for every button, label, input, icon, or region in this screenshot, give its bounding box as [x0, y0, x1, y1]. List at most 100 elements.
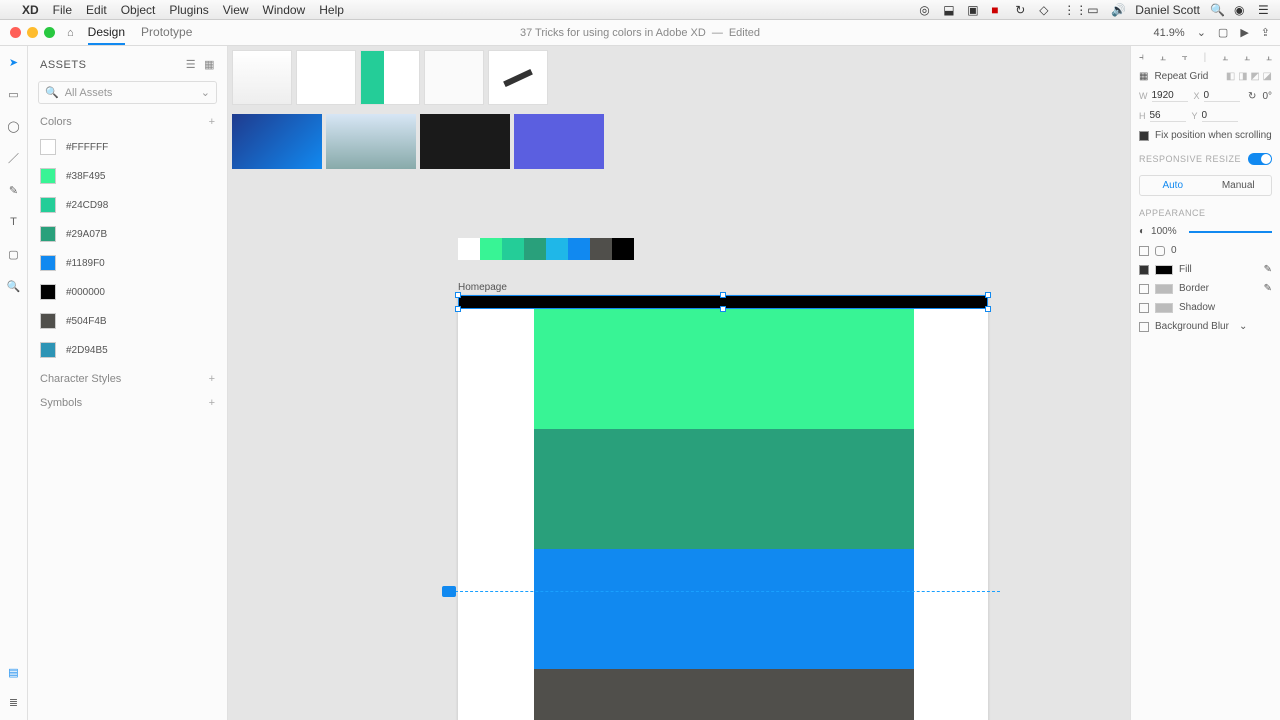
rectangle-tool[interactable]: ▭	[6, 86, 22, 102]
chevron-down-icon[interactable]: ⌄	[201, 86, 210, 99]
assets-icon[interactable]: ▤	[6, 664, 22, 680]
repeat-grid-row[interactable]: ▦ Repeat Grid ◧ ◨ ◩ ◪	[1139, 71, 1272, 82]
blur-checkbox[interactable]	[1139, 322, 1149, 332]
palette-chip[interactable]	[590, 238, 612, 260]
palette-chip[interactable]	[502, 238, 524, 260]
palette-chip[interactable]	[458, 238, 480, 260]
zoom-level[interactable]: 41.9%	[1153, 27, 1184, 39]
layers-icon[interactable]: ≣	[6, 694, 22, 710]
notif-icon[interactable]: ☰	[1258, 3, 1272, 17]
tab-design[interactable]: Design	[88, 21, 125, 45]
chevron-down-icon[interactable]: ⌄	[1197, 26, 1206, 39]
color-asset-item[interactable]: #38F495	[34, 162, 221, 190]
add-charstyle-icon[interactable]: +	[209, 373, 215, 385]
ellipse-tool[interactable]: ◯	[6, 118, 22, 134]
char-styles-section[interactable]: Character Styles	[40, 373, 121, 385]
manual-option[interactable]: Manual	[1206, 176, 1272, 195]
artboard-homepage[interactable]	[458, 295, 988, 720]
auto-option[interactable]: Auto	[1140, 176, 1206, 195]
user-name[interactable]: Daniel Scott	[1135, 3, 1200, 17]
color-asset-item[interactable]: #29A07B	[34, 220, 221, 248]
artboard-thumb[interactable]	[232, 50, 292, 105]
color-stripe[interactable]	[534, 429, 914, 549]
color-stripe[interactable]	[534, 549, 914, 669]
align-left-icon[interactable]: ⫞	[1139, 52, 1144, 63]
control-center-icon[interactable]: ◉	[1234, 3, 1248, 17]
y-input[interactable]	[1202, 110, 1238, 122]
tab-prototype[interactable]: Prototype	[141, 21, 192, 45]
chevron-down-icon[interactable]: ⌄	[1239, 321, 1247, 332]
corner-radius-value[interactable]: 0	[1171, 245, 1177, 256]
corner-radius-icon[interactable]	[1155, 246, 1165, 256]
line-tool[interactable]: ／	[6, 150, 22, 166]
color-asset-item[interactable]: #24CD98	[34, 191, 221, 219]
artboard-thumb[interactable]	[420, 114, 510, 169]
height-input[interactable]	[1150, 110, 1186, 122]
blend-checkbox[interactable]	[1139, 246, 1149, 256]
rotate-icon[interactable]: ↻	[1248, 91, 1256, 102]
add-symbol-icon[interactable]: +	[209, 397, 215, 409]
artboard-thumb[interactable]	[514, 114, 604, 169]
responsive-toggle[interactable]	[1248, 153, 1272, 165]
eyedropper-icon[interactable]: ✎	[1264, 283, 1272, 294]
artboard-thumb[interactable]	[296, 50, 356, 105]
palette-chip[interactable]	[546, 238, 568, 260]
align-center-icon[interactable]: ⫠	[1160, 52, 1166, 63]
menu-file[interactable]: File	[53, 3, 72, 17]
text-tool[interactable]: T	[6, 214, 22, 230]
menu-plugins[interactable]: Plugins	[169, 3, 208, 17]
shadow-checkbox[interactable]	[1139, 303, 1149, 313]
align-right-icon[interactable]: ⫟	[1182, 52, 1188, 63]
color-asset-item[interactable]: #1189F0	[34, 249, 221, 277]
fill-checkbox[interactable]	[1139, 265, 1149, 275]
width-input[interactable]	[1152, 90, 1188, 102]
fill-swatch[interactable]	[1155, 265, 1173, 275]
artboard-thumb[interactable]	[424, 50, 484, 105]
assets-search[interactable]: 🔍 All Assets ⌄	[38, 81, 217, 104]
color-stripe[interactable]	[534, 669, 914, 720]
menu-view[interactable]: View	[223, 3, 249, 17]
artboard-thumb[interactable]	[360, 50, 420, 105]
shadow-swatch[interactable]	[1155, 303, 1173, 313]
palette-chip[interactable]	[612, 238, 634, 260]
grid-view-icon[interactable]: ▦	[204, 58, 215, 71]
border-checkbox[interactable]	[1139, 284, 1149, 294]
window-controls[interactable]	[10, 27, 55, 38]
palette-chip[interactable]	[480, 238, 502, 260]
palette-chip[interactable]	[568, 238, 590, 260]
list-view-icon[interactable]: ☰	[186, 58, 196, 71]
align-top-icon[interactable]: ⫠	[1222, 52, 1228, 63]
select-tool[interactable]: ➤	[6, 54, 22, 70]
align-bottom-icon[interactable]: ⫠	[1266, 52, 1272, 63]
color-stripe[interactable]	[534, 309, 914, 429]
color-asset-item[interactable]: #2D94B5	[34, 336, 221, 364]
selected-rectangle[interactable]	[458, 295, 988, 309]
pen-tool[interactable]: ✎	[6, 182, 22, 198]
zoom-tool[interactable]: 🔍	[6, 278, 22, 294]
play-icon[interactable]: ▶	[1240, 26, 1248, 39]
resize-mode-segment[interactable]: AutoManual	[1139, 175, 1272, 196]
align-middle-icon[interactable]: ⫠	[1244, 52, 1250, 63]
menu-object[interactable]: Object	[121, 3, 156, 17]
artboard-thumb[interactable]	[488, 50, 548, 105]
home-icon[interactable]: ⌂	[67, 27, 74, 39]
menu-edit[interactable]: Edit	[86, 3, 107, 17]
repeat-grid-handle[interactable]	[442, 586, 456, 597]
colors-section[interactable]: Colors	[40, 116, 72, 128]
share-icon[interactable]: ⇪	[1261, 26, 1270, 39]
rotation-value[interactable]: 0°	[1262, 91, 1272, 102]
canvas[interactable]: Homepage	[228, 46, 1130, 720]
menu-help[interactable]: Help	[319, 3, 344, 17]
color-asset-item[interactable]: #FFFFFF	[34, 133, 221, 161]
app-name[interactable]: XD	[22, 3, 39, 17]
fix-position-checkbox[interactable]	[1139, 131, 1149, 141]
palette-chip[interactable]	[524, 238, 546, 260]
opacity-slider[interactable]	[1189, 231, 1272, 233]
border-swatch[interactable]	[1155, 284, 1173, 294]
eyedropper-icon[interactable]: ✎	[1264, 264, 1272, 275]
device-preview-icon[interactable]: ▢	[1218, 26, 1228, 39]
opacity-value[interactable]: 100%	[1151, 226, 1177, 237]
artboard-tool[interactable]: ▢	[6, 246, 22, 262]
x-input[interactable]	[1204, 90, 1240, 102]
add-color-icon[interactable]: +	[209, 116, 215, 128]
